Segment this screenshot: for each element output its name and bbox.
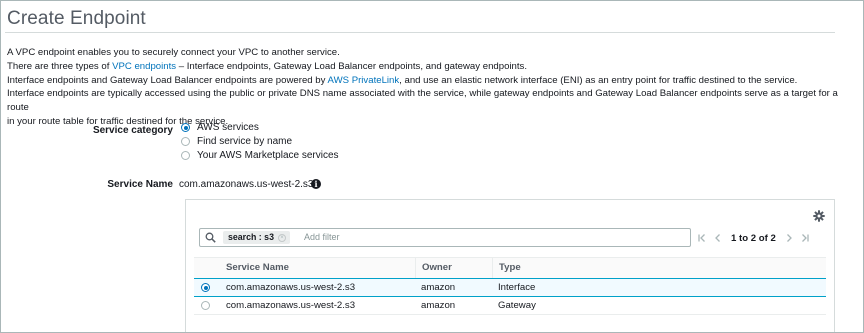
service-name-value: com.amazonaws.us-west-2.s3 [179,179,314,190]
create-endpoint-panel: Create Endpoint A VPC endpoint enables y… [0,0,864,333]
info-icon[interactable]: i [311,179,321,189]
radio-button[interactable] [181,137,190,146]
last-page-icon[interactable] [799,232,811,244]
pagination-count: 1 to 2 of 2 [731,232,776,244]
service-name-label: Service Name [107,179,173,190]
cell-owner: amazon [421,300,456,311]
table-row-selected[interactable]: com.amazonaws.us-west-2.s3 amazon Interf… [194,278,826,297]
first-page-icon[interactable] [696,232,708,244]
column-header-type[interactable]: Type [492,258,826,278]
gear-icon[interactable] [813,210,825,222]
filter-token[interactable]: search : s3 × [223,231,290,244]
description-text: – Interface endpoints, Gateway Load Bala… [176,60,528,72]
services-table-panel: search : s3 × 1 to 2 of 2 S [185,199,835,332]
aws-privatelink-link[interactable]: AWS PrivateLink [328,75,400,86]
radio-label: Your AWS Marketplace services [197,150,339,161]
column-header-service-name[interactable]: Service Name [220,258,415,278]
search-icon [205,232,216,243]
cell-type: Gateway [498,300,536,311]
cell-type: Interface [498,282,536,293]
radio-button-checked[interactable] [181,123,190,132]
description-text: There are three types of [7,60,113,72]
description-text: , and use an elastic network interface (… [399,74,798,86]
title-divider [5,32,835,33]
radio-marketplace-services[interactable]: Your AWS Marketplace services [181,149,339,162]
column-header-owner[interactable]: Owner [415,258,492,278]
description-line: There are three types of VPC endpoints –… [7,60,847,74]
previous-page-icon[interactable] [712,232,724,244]
description-line: A VPC endpoint enables you to securely c… [7,47,340,58]
radio-aws-services[interactable]: AWS services [181,121,259,134]
radio-button[interactable] [181,151,190,160]
cell-service-name: com.amazonaws.us-west-2.s3 [226,300,356,311]
add-filter-input[interactable] [304,231,674,243]
table-row[interactable]: com.amazonaws.us-west-2.s3 amazon Gatewa… [194,297,826,315]
row-radio-checked[interactable] [201,283,210,292]
filter-token-text: search : s3 [228,232,274,242]
vpc-endpoints-link[interactable]: VPC endpoints [112,61,176,72]
cell-owner: amazon [421,282,456,293]
description-line: Interface endpoints and Gateway Load Bal… [7,74,847,88]
filter-search-box[interactable]: search : s3 × [199,228,691,247]
table-header: Service Name Owner Type [194,257,826,279]
radio-label: AWS services [197,122,259,133]
service-category-label: Service category [92,125,173,136]
description: A VPC endpoint enables you to securely c… [7,46,847,129]
select-column-header [194,258,220,278]
radio-label: Find service by name [197,136,293,147]
row-radio[interactable] [201,301,210,310]
pagination: 1 to 2 of 2 [696,231,815,245]
next-page-icon[interactable] [783,232,795,244]
radio-find-service-by-name[interactable]: Find service by name [181,135,292,148]
description-line: Interface endpoints are typically access… [7,88,838,114]
description-text: Interface endpoints and Gateway Load Bal… [7,74,328,86]
remove-filter-icon[interactable]: × [277,233,286,242]
cell-service-name: com.amazonaws.us-west-2.s3 [226,282,356,293]
page-title: Create Endpoint [7,8,146,29]
